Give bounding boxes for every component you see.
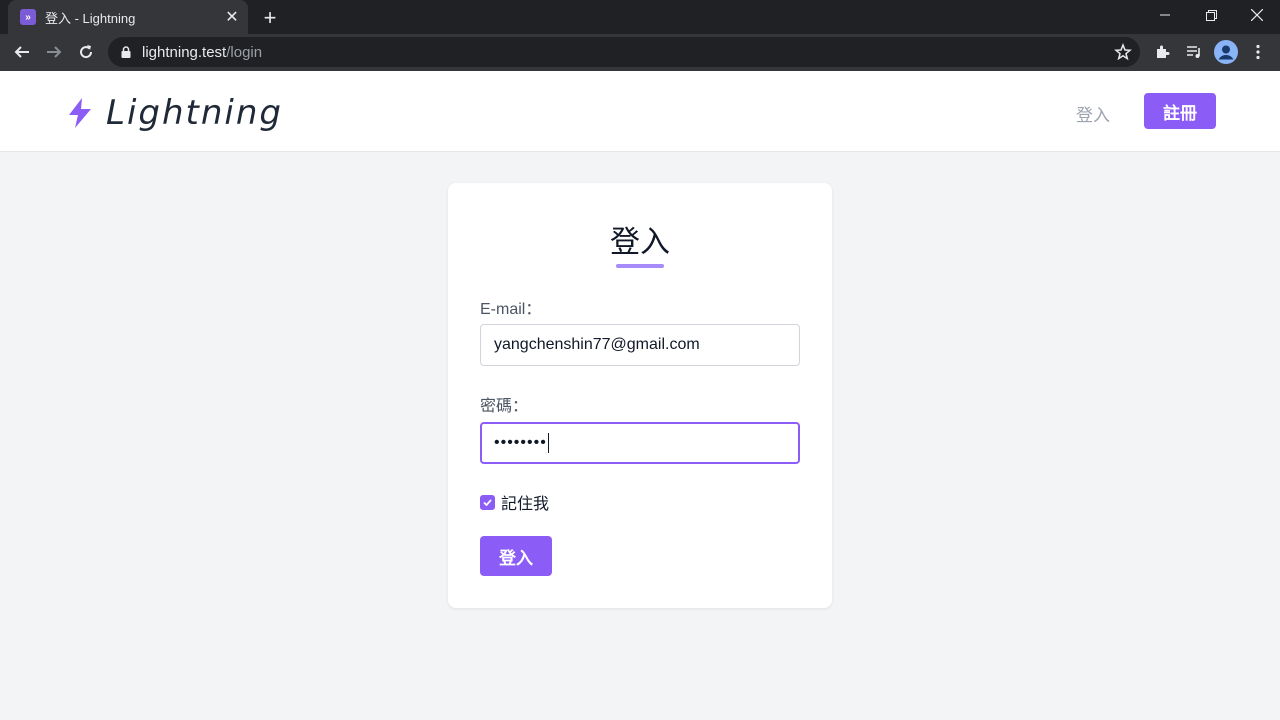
site-header: Lightning 登入 註冊 [0,71,1280,152]
lock-icon [121,46,131,58]
nav-login-link[interactable]: 登入 [1076,101,1110,126]
login-card: 登入 E-mail： yangchenshin77@gmail.com 密碼： … [448,183,832,608]
page-title: 登入 [610,226,670,259]
password-field[interactable]: •••••••• [480,422,800,464]
tab-favicon-icon: » [20,9,36,25]
url-path: /login [226,43,263,61]
browser-toolbar: lightning.test/login [0,34,1280,71]
restore-icon[interactable] [1188,0,1234,30]
remember-me-label: 記住我 [501,496,550,513]
email-value: yangchenshin77@gmail.com [494,336,700,353]
url-host: lightning.test [142,43,227,61]
nav-register-button[interactable]: 註冊 [1144,93,1216,129]
extensions-icon[interactable] [1150,40,1174,64]
new-tab-icon[interactable]: + [258,5,282,30]
forward-icon[interactable] [40,38,68,66]
browser-menu-icon[interactable] [1246,40,1270,64]
email-label: E-mail： [480,301,542,318]
media-queue-icon[interactable] [1182,40,1206,64]
brand-name: Lightning [106,93,283,133]
address-bar[interactable]: lightning.test/login [108,37,1140,67]
login-submit-button[interactable]: 登入 [480,536,552,576]
browser-tab-bar: » 登入 - Lightning ✕ + [0,0,1280,34]
lightning-bolt-icon [69,98,91,128]
checkmark-icon [483,498,492,506]
browser-tab[interactable]: » 登入 - Lightning ✕ [8,0,248,34]
reload-icon[interactable] [72,38,100,66]
profile-avatar-icon[interactable] [1214,40,1238,64]
password-value: •••••••• [494,434,547,451]
tab-close-icon[interactable]: ✕ [222,7,242,27]
remember-me-option[interactable]: 記住我 [480,490,549,514]
brand-logo[interactable]: Lightning [66,93,283,133]
tab-title: 登入 - Lightning [45,10,136,26]
email-field[interactable]: yangchenshin77@gmail.com [480,324,800,366]
text-caret [547,433,549,453]
close-window-icon[interactable] [1234,0,1280,30]
bookmark-star-icon[interactable] [1114,43,1132,61]
remember-me-checkbox[interactable] [480,494,495,510]
back-icon[interactable] [8,38,36,66]
password-label: 密碼： [480,398,529,415]
title-underline [616,264,664,268]
minimize-icon[interactable] [1142,0,1188,30]
